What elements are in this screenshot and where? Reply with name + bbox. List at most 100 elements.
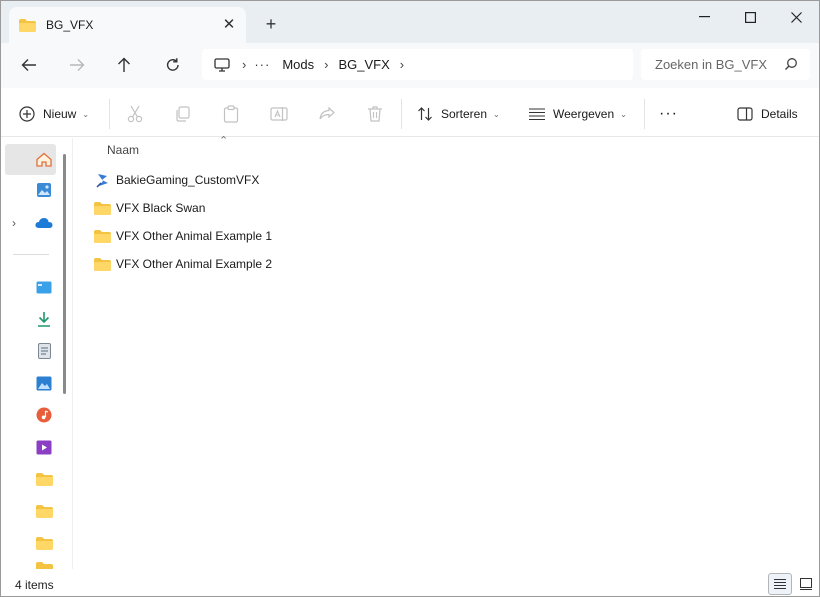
breadcrumb-separator-icon[interactable]: › bbox=[400, 57, 404, 72]
sidebar-item-documents[interactable] bbox=[31, 340, 57, 362]
folder-icon bbox=[35, 504, 53, 518]
divider bbox=[109, 99, 110, 129]
share-icon bbox=[319, 106, 335, 120]
breadcrumb-overflow-button[interactable]: ··· bbox=[254, 57, 270, 72]
chevron-down-icon: ⌄ bbox=[493, 109, 500, 119]
details-view-button[interactable] bbox=[768, 573, 792, 595]
copy-button[interactable] bbox=[173, 103, 193, 125]
title-bar: BG_VFX ✕ + bbox=[1, 1, 819, 43]
list-item[interactable]: BakieGaming_CustomVFX bbox=[94, 169, 259, 191]
paste-button[interactable] bbox=[221, 103, 241, 125]
up-button[interactable] bbox=[109, 51, 139, 79]
search-input[interactable]: Zoeken in BG_VFX bbox=[655, 57, 779, 72]
download-icon bbox=[38, 312, 50, 327]
folder-icon bbox=[35, 562, 53, 569]
list-view-icon bbox=[529, 108, 545, 120]
shortcut-icon bbox=[94, 173, 111, 188]
minimize-button[interactable] bbox=[681, 1, 727, 33]
sidebar-item-music[interactable] bbox=[31, 404, 57, 426]
sidebar-item-downloads[interactable] bbox=[31, 308, 57, 330]
item-name: VFX Other Animal Example 1 bbox=[116, 229, 273, 243]
sort-button[interactable]: Sorteren ⌄ bbox=[417, 101, 500, 127]
sidebar-item-gallery[interactable] bbox=[31, 179, 57, 201]
expand-onedrive-chevron-icon[interactable]: › bbox=[12, 216, 16, 230]
maximize-button[interactable] bbox=[727, 1, 773, 33]
folder-icon bbox=[19, 18, 36, 32]
address-bar[interactable]: › ··· Mods › BG_VFX › bbox=[202, 49, 633, 80]
sidebar-item-folder-3[interactable] bbox=[31, 532, 57, 554]
list-item[interactable]: VFX Black Swan bbox=[94, 197, 205, 219]
minimize-icon bbox=[698, 16, 710, 18]
chevron-down-icon: ⌄ bbox=[620, 109, 627, 119]
divider bbox=[13, 254, 49, 255]
close-window-button[interactable] bbox=[773, 1, 819, 33]
rename-button[interactable] bbox=[269, 103, 289, 125]
music-icon bbox=[36, 407, 52, 423]
refresh-button[interactable] bbox=[158, 51, 188, 79]
arrow-up-icon bbox=[118, 57, 130, 72]
refresh-icon bbox=[166, 58, 179, 71]
close-tab-button[interactable]: ✕ bbox=[220, 16, 238, 34]
sidebar-item-pictures[interactable] bbox=[31, 372, 57, 394]
document-icon bbox=[37, 343, 51, 359]
list-item[interactable]: VFX Other Animal Example 1 bbox=[94, 225, 272, 247]
file-explorer-window: BG_VFX ✕ + › ··· Mods › BG_VFX › Zoeken … bbox=[0, 0, 820, 597]
folder-icon bbox=[35, 536, 53, 550]
plus-circle-icon bbox=[19, 106, 35, 122]
item-name: BakieGaming_CustomVFX bbox=[116, 173, 260, 187]
home-icon bbox=[35, 152, 52, 167]
navigation-pane: › bbox=[1, 138, 73, 569]
breadcrumb-mods[interactable]: Mods bbox=[282, 57, 314, 72]
sidebar-item-videos[interactable] bbox=[31, 436, 57, 458]
search-box[interactable]: Zoeken in BG_VFX bbox=[641, 49, 810, 80]
cloud-icon bbox=[35, 218, 53, 228]
breadcrumb-separator-icon: › bbox=[242, 57, 247, 72]
column-header-name[interactable]: Naam bbox=[107, 143, 139, 157]
new-tab-button[interactable]: + bbox=[259, 13, 283, 37]
gallery-icon bbox=[37, 183, 51, 197]
tab-bg-vfx[interactable]: BG_VFX ✕ bbox=[9, 7, 246, 43]
details-pane-icon bbox=[737, 107, 753, 121]
pictures-icon bbox=[36, 376, 52, 390]
file-list: ⌃ Naam BakieGaming_CustomVFX VFX Black S… bbox=[74, 135, 819, 569]
list-item[interactable]: VFX Other Animal Example 2 bbox=[94, 253, 272, 275]
sidebar-scrollbar[interactable] bbox=[63, 154, 66, 394]
arrow-left-icon bbox=[21, 59, 36, 71]
cut-button[interactable] bbox=[125, 103, 145, 125]
sidebar-item-folder-2[interactable] bbox=[31, 500, 57, 522]
maximize-icon bbox=[744, 11, 756, 23]
view-button[interactable]: Weergeven ⌄ bbox=[529, 101, 627, 127]
search-icon bbox=[785, 58, 797, 70]
sort-label: Sorteren bbox=[441, 107, 488, 121]
share-button[interactable] bbox=[317, 103, 337, 125]
item-count: 4 items bbox=[15, 578, 54, 592]
folder-icon bbox=[94, 257, 111, 271]
video-icon bbox=[36, 440, 52, 454]
sidebar-item-folder-4[interactable] bbox=[31, 562, 57, 569]
new-button[interactable]: Nieuw ⌄ bbox=[19, 101, 89, 127]
large-icons-view-button[interactable] bbox=[794, 573, 818, 595]
folder-icon bbox=[94, 229, 111, 243]
item-name: VFX Other Animal Example 2 bbox=[116, 257, 273, 271]
details-label: Details bbox=[761, 107, 798, 121]
delete-button[interactable] bbox=[365, 103, 385, 125]
more-options-button[interactable]: ··· bbox=[659, 101, 678, 127]
view-label: Weergeven bbox=[553, 107, 615, 121]
divider bbox=[644, 99, 645, 129]
breadcrumb-bg-vfx[interactable]: BG_VFX bbox=[338, 57, 389, 72]
close-icon bbox=[790, 11, 802, 23]
sidebar-item-desktop[interactable] bbox=[31, 276, 57, 298]
scissors-icon bbox=[127, 105, 143, 123]
forward-button[interactable] bbox=[62, 51, 92, 79]
chevron-down-icon: ⌄ bbox=[82, 109, 90, 119]
navigation-bar: › ··· Mods › BG_VFX › Zoeken in BG_VFX bbox=[1, 43, 819, 88]
sidebar-item-onedrive[interactable] bbox=[31, 212, 57, 234]
details-view-icon bbox=[774, 579, 786, 589]
back-button[interactable] bbox=[14, 51, 44, 79]
arrow-right-icon bbox=[70, 59, 85, 71]
sidebar-item-home[interactable] bbox=[5, 144, 56, 175]
sidebar-item-folder-1[interactable] bbox=[31, 468, 57, 490]
details-pane-button[interactable]: Details bbox=[737, 101, 798, 127]
breadcrumb-separator-icon: › bbox=[324, 57, 329, 72]
status-bar: 4 items bbox=[1, 569, 819, 596]
